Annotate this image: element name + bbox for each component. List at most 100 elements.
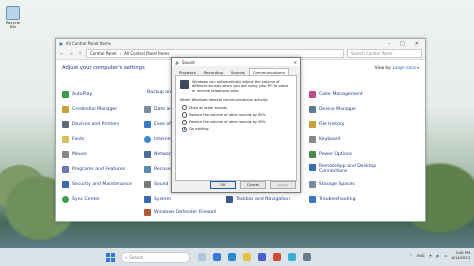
breadcrumb-control-panel[interactable]: Control Panel	[90, 51, 117, 56]
volume-icon[interactable]: 🔈	[436, 254, 440, 258]
cp-item-programs[interactable]: Programs and Features	[62, 166, 125, 173]
cp-item-power-options[interactable]: Power Options	[309, 151, 352, 158]
cp-item-storage-spaces[interactable]: Storage Spaces	[309, 181, 355, 188]
settings-app-icon[interactable]	[288, 253, 296, 261]
task-view-icon[interactable]	[198, 253, 206, 261]
cp-item-credential-manager[interactable]: Credential Manager	[62, 106, 117, 113]
cp-item-label: RemoteApp and Desktop Connections	[319, 164, 377, 175]
cp-item-label: AutoPlay	[72, 92, 93, 97]
cp-item-sync-center[interactable]: Sync Center	[62, 196, 100, 203]
cp-item-troubleshooting[interactable]: Troubleshooting	[309, 196, 356, 203]
control-panel-taskbar-icon[interactable]	[303, 253, 311, 261]
view-by-select[interactable]: Large icons ▾	[393, 65, 419, 70]
file-explorer-icon[interactable]	[243, 253, 251, 261]
taskbar-search[interactable]: ⌕ Search	[121, 251, 190, 263]
printer-icon	[62, 121, 69, 128]
wifi-icon[interactable]: ◔	[429, 254, 432, 258]
cp-item-firewall[interactable]: Windows Defender Firewall	[144, 209, 216, 216]
recycle-bin[interactable]: Recycle Bin	[4, 6, 22, 29]
back-icon[interactable]: ←	[59, 51, 65, 56]
cancel-button[interactable]: Cancel	[240, 181, 266, 189]
cp-item-label: Keyboard	[319, 137, 341, 142]
chevron-up-icon[interactable]: ^	[410, 254, 413, 258]
cp-title-bar: ▣ All Control Panel Items – □ ✕	[56, 39, 425, 48]
cp-item-color-management[interactable]: Color Management	[309, 91, 363, 98]
option-label: Do nothing	[189, 127, 209, 132]
cp-item-label: Troubleshooting	[319, 197, 356, 202]
cp-item-taskbar[interactable]: Taskbar and Navigation	[226, 196, 290, 203]
control-panel-icon: ▣	[59, 41, 63, 46]
cp-item-keyboard[interactable]: Keyboard	[309, 136, 341, 143]
minimize-icon[interactable]: –	[388, 41, 391, 47]
sound-dialog-title-bar: 🔈 Sound ✕	[172, 58, 300, 66]
cp-item-label: Fonts	[72, 137, 85, 142]
cp-item-label: Programs and Features	[72, 167, 126, 172]
cp-item-label: Security and Maintenance	[72, 182, 133, 187]
battery-icon[interactable]: ▭	[444, 254, 447, 258]
cp-search-input[interactable]: Search Control Panel	[347, 49, 422, 58]
office-icon[interactable]	[273, 253, 281, 261]
system-tray: ^ ENG ◔ 🔈 ▭ 3:08 PM 6/14/2023	[410, 251, 470, 260]
device-manager-icon	[309, 106, 316, 113]
cp-item-label: Devices and Printers	[72, 122, 120, 127]
radio-button[interactable]	[182, 105, 188, 111]
option-do-nothing[interactable]: Do nothing	[176, 126, 296, 133]
programs-icon	[62, 166, 69, 173]
color-icon	[309, 91, 316, 98]
forward-icon[interactable]: →	[68, 51, 74, 56]
up-icon[interactable]: ↑	[77, 51, 83, 56]
language-indicator[interactable]: ENG	[417, 254, 425, 258]
option-mute[interactable]: Mute all other sounds	[176, 104, 296, 111]
communications-panel: Windows can automatically adjust the vol…	[175, 75, 297, 181]
cp-item-security[interactable]: Security and Maintenance	[62, 181, 132, 188]
store-icon[interactable]	[258, 253, 266, 261]
cp-item-label: File History	[319, 122, 345, 127]
breadcrumb-all-items[interactable]: All Control Panel Items	[124, 51, 169, 56]
radio-button[interactable]	[182, 119, 188, 125]
cp-item-fonts[interactable]: Fonts	[62, 136, 84, 143]
cp-item-label: Mouse	[72, 152, 87, 157]
option-label: Reduce the volume of other sounds by 50%	[189, 120, 266, 125]
cp-item-label: Sound	[154, 182, 169, 187]
clock-icon	[144, 106, 151, 113]
cp-item-label: Windows Defender Firewall	[154, 210, 217, 215]
radio-button[interactable]	[182, 112, 188, 118]
taskbar: ⌕ Search ^ ENG ◔ 🔈 ▭ 3:08 PM 6/14/2023	[0, 248, 474, 266]
cp-item-system[interactable]: System	[144, 196, 171, 203]
cp-item-label: Power Options	[319, 152, 353, 157]
globe-icon	[144, 136, 151, 143]
cp-item-file-history[interactable]: File History	[309, 121, 345, 128]
clock-date: 6/14/2023	[451, 255, 470, 260]
widgets-icon[interactable]	[213, 253, 221, 261]
option-reduce-80[interactable]: Reduce the volume of other sounds by 80%	[176, 111, 296, 118]
fonts-icon	[62, 136, 69, 143]
file-history-icon	[309, 121, 316, 128]
radio-button-selected[interactable]	[182, 126, 188, 132]
cp-item-remoteapp[interactable]: RemoteApp and Desktop Connections	[309, 164, 379, 175]
cp-item-autoplay[interactable]: AutoPlay	[62, 91, 92, 98]
cp-item-device-manager[interactable]: Device Manager	[309, 106, 356, 113]
edge-icon[interactable]	[228, 253, 236, 261]
communications-question: When Windows detects communications acti…	[180, 98, 269, 103]
speaker-icon	[144, 181, 151, 188]
option-label: Reduce the volume of other sounds by 80%	[189, 113, 266, 117]
cp-item-sound[interactable]: Sound	[144, 181, 168, 188]
storage-icon	[309, 181, 316, 188]
start-button[interactable]	[106, 252, 115, 262]
speaker-icon: 🔈	[175, 59, 180, 65]
option-reduce-50[interactable]: Reduce the volume of other sounds by 50%	[176, 119, 296, 126]
cp-item-mouse[interactable]: Mouse	[62, 151, 87, 158]
search-icon: ⌕	[125, 254, 128, 260]
troubleshoot-icon	[309, 196, 316, 203]
close-icon[interactable]: ✕	[415, 41, 419, 47]
maximize-icon[interactable]: □	[400, 41, 405, 47]
cp-item-devices-printers[interactable]: Devices and Printers	[62, 121, 119, 128]
communications-description: Windows can automatically adjust the vol…	[192, 80, 289, 93]
apply-button[interactable]: Apply	[270, 181, 296, 189]
clock[interactable]: 3:08 PM 6/14/2023	[452, 251, 470, 260]
ok-button[interactable]: OK	[210, 181, 236, 189]
recycle-bin-icon	[6, 6, 20, 20]
keyboard-icon	[309, 136, 316, 143]
cp-item-backup[interactable]: Backup and Restore (Windows 7)	[144, 89, 223, 96]
close-icon[interactable]: ✕	[294, 60, 297, 65]
